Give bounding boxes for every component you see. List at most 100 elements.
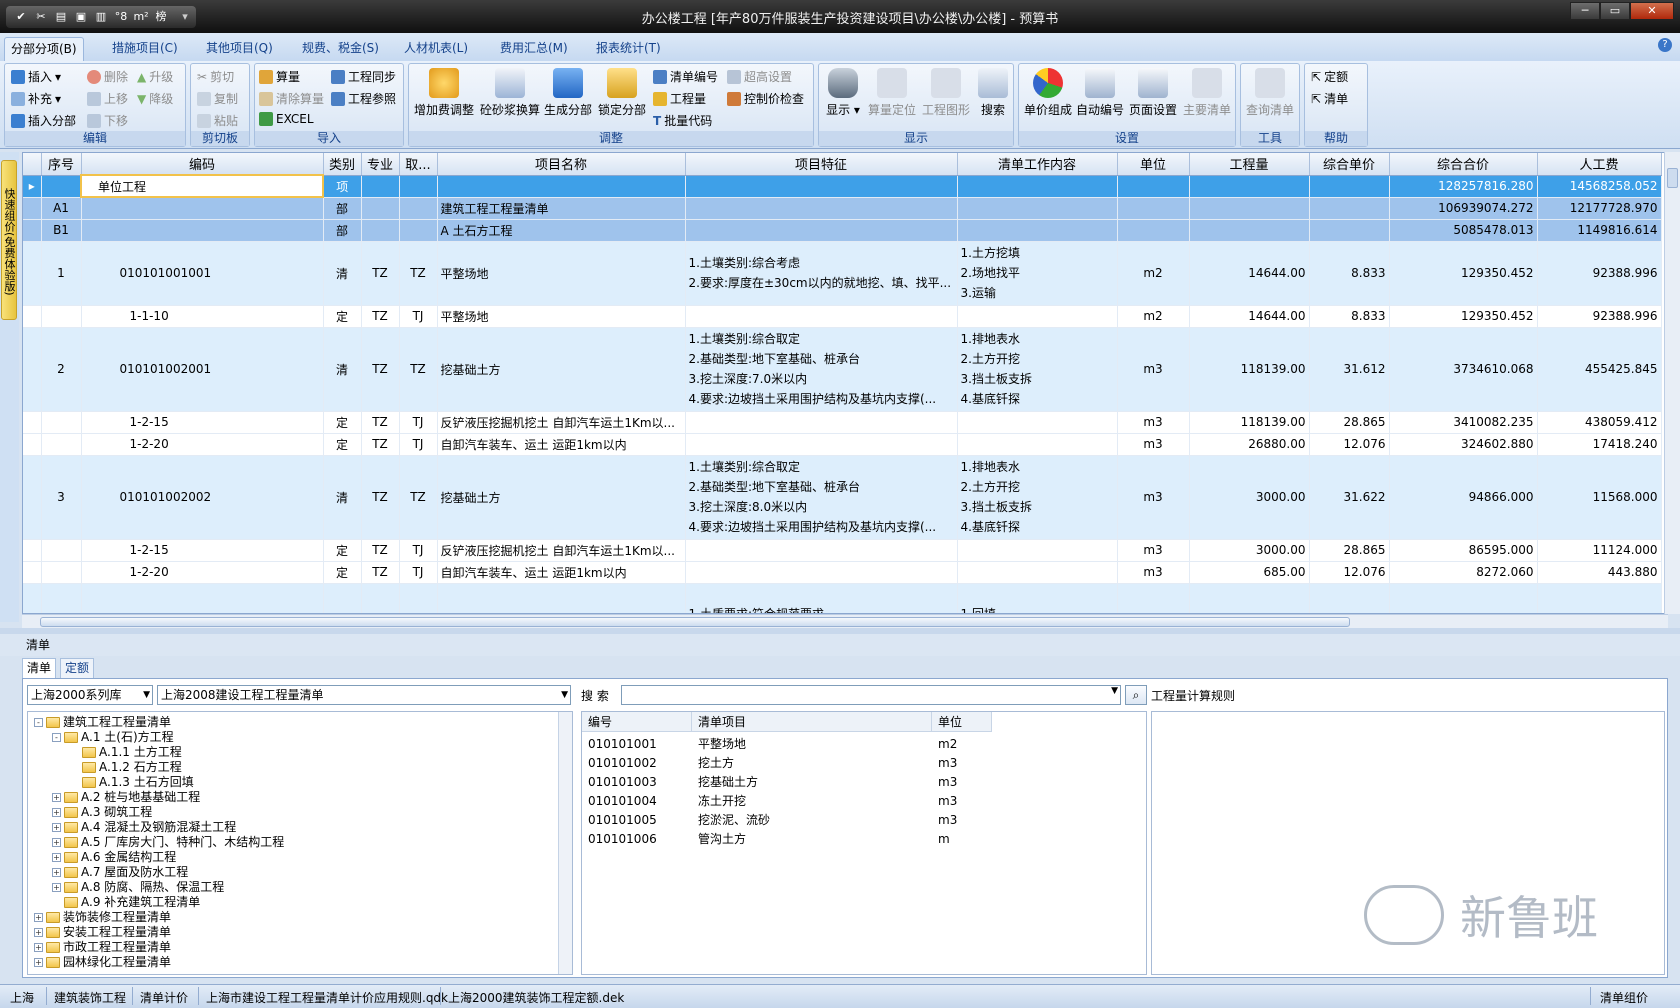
cell-qty[interactable]: 685.00	[1189, 561, 1310, 584]
table-row[interactable]: 1-2-15 定 TZ TJ 反铲液压挖掘机挖土 自卸汽车运土1Km以... m3 3000…	[23, 539, 1662, 562]
cell-code[interactable]: 010101002002	[81, 455, 324, 540]
cell-unit[interactable]	[1117, 197, 1190, 220]
col-take[interactable]: 取...	[399, 153, 438, 176]
cell-unit[interactable]: m3	[1117, 433, 1190, 456]
tab-fees-tax[interactable]: 规费、税金(S)	[296, 37, 385, 61]
cell-price[interactable]: 31.612	[1309, 327, 1390, 412]
add-fee-button[interactable]: 增加费调整	[413, 68, 475, 130]
cell-total[interactable]: 8272.060	[1389, 561, 1538, 584]
cell-ind[interactable]	[23, 539, 42, 562]
list-item[interactable]: 010101004 冻土开挖 m3	[582, 791, 1148, 811]
ctrl-check-button[interactable]: 控制价检查	[727, 90, 804, 107]
cell-qty[interactable]: 3000.00	[1189, 455, 1310, 540]
cell-ind[interactable]	[23, 455, 42, 540]
mortar-button[interactable]: 砼砂浆换算	[479, 68, 541, 130]
cell-type[interactable]: 清	[323, 327, 362, 412]
col-total[interactable]: 综合合价	[1389, 153, 1538, 176]
cell-ind[interactable]	[23, 411, 42, 434]
cell-work[interactable]	[957, 561, 1118, 584]
cell-unit[interactable]: m2	[1117, 241, 1190, 306]
graphic-button[interactable]: 工程图形	[921, 68, 971, 130]
table-row[interactable]: A1 部 建筑工程工程量清单 106939074.272 12177728.970	[23, 197, 1662, 220]
cell-price[interactable]: 12.076	[1309, 561, 1390, 584]
list-item[interactable]: 010101005 挖淤泥、流砂 m3	[582, 810, 1148, 830]
cell-seq[interactable]: 1	[41, 241, 82, 306]
cell-feat[interactable]: 1.土壤类别:综合考虑 2.要求:厚度在±30cm以内的就地挖、填、找平...	[685, 241, 958, 306]
cell-work[interactable]: 1.排地表水 2.土方开挖 3.挡土板支拆 4.基底钎探	[957, 455, 1118, 540]
tab-other[interactable]: 其他项目(Q)	[200, 37, 279, 61]
list-col-item[interactable]: 清单项目	[692, 712, 932, 732]
table-row[interactable]: 1 010101001001 清 TZ TZ 平整场地 1.土壤类别:综合考虑 2.要求:厚度…	[23, 241, 1662, 306]
cell-labor[interactable]: 438059.412	[1537, 411, 1662, 434]
tree-node[interactable]: - 建筑工程工程量清单	[34, 714, 171, 730]
expand-icon[interactable]: +	[52, 852, 61, 862]
tree-node[interactable]: A.1.3 土石方回填	[70, 774, 194, 790]
cell-type[interactable]: 定	[323, 433, 362, 456]
cell-ind[interactable]	[23, 241, 42, 306]
cell-seq[interactable]: 2	[41, 327, 82, 412]
ok-icon[interactable]: ✔	[12, 9, 30, 25]
cell-ind[interactable]	[23, 433, 42, 456]
table-row[interactable]: 2 010101002001 清 TZ TZ 挖基础土方 1.土壤类别:综合取定 2.基础类型…	[23, 327, 1662, 412]
supplement-button[interactable]: 补充 ▾	[11, 90, 61, 107]
hscroll-thumb[interactable]	[40, 617, 1350, 627]
list-standard-select[interactable]: 上海2008建设工程工程量清单 ▼	[157, 685, 571, 705]
cell-work[interactable]: 1.排地表水 2.土方开挖 3.挡土板支拆 4.基底钎探	[957, 327, 1118, 412]
cell-qty[interactable]: 26880.00	[1189, 433, 1310, 456]
cell-feat[interactable]	[685, 433, 958, 456]
cell-labor[interactable]: 443.880	[1537, 561, 1662, 584]
cell-name[interactable]: A 土石方工程	[437, 219, 686, 242]
cell-ind[interactable]	[23, 327, 42, 412]
tree-node[interactable]: + A.7 屋面及防水工程	[52, 864, 188, 880]
switch-icon[interactable]: 榜	[152, 9, 170, 25]
cell-type[interactable]: 项	[323, 175, 362, 198]
cell-total[interactable]: 3410082.235	[1389, 411, 1538, 434]
list-item[interactable]: 010101002 挖土方 m3	[582, 753, 1148, 773]
cell-unit[interactable]	[1117, 219, 1190, 242]
cell-unit[interactable]: m3	[1117, 561, 1190, 584]
tab-fenbu[interactable]: 分部分项(B)	[4, 37, 84, 61]
cell-unit[interactable]: m2	[1117, 305, 1190, 328]
search-go-button[interactable]: ⌕	[1125, 685, 1147, 705]
clear-calc-button[interactable]: 清除算量	[259, 90, 324, 107]
tree-node[interactable]: + 市政工程工程量清单	[34, 939, 171, 955]
downgrade-button[interactable]: ▼ 降级	[137, 90, 173, 107]
col-labor[interactable]: 人工费	[1537, 153, 1662, 176]
cell-seq[interactable]	[41, 305, 82, 328]
cell-seq[interactable]	[41, 539, 82, 562]
list-col-no[interactable]: 编号	[582, 712, 692, 732]
cell-code[interactable]: 1-2-15	[81, 539, 324, 562]
cell-code[interactable]: 单位工程	[80, 174, 324, 198]
cell-qty[interactable]	[1189, 583, 1310, 613]
cell-name[interactable]: 自卸汽车装车、运土 运距1km以内	[437, 561, 686, 584]
unit-price-button[interactable]: 单价组成	[1023, 68, 1073, 130]
tree-scrollbar[interactable]	[558, 712, 572, 974]
cell-price[interactable]	[1309, 197, 1390, 220]
grid-vertical-scrollbar[interactable]	[1664, 152, 1680, 614]
col-name[interactable]: 项目名称	[437, 153, 686, 176]
table-row[interactable]: 1-1-10 定 TZ TJ 平整场地 m2 14644.00 8.833 129350.452…	[23, 305, 1662, 328]
cell-work[interactable]	[957, 175, 1118, 198]
cell-seq[interactable]	[41, 433, 82, 456]
cell-type[interactable]: 清	[323, 241, 362, 306]
col-major[interactable]: 专业	[361, 153, 400, 176]
cell-seq[interactable]: 3	[41, 455, 82, 540]
cell-ind[interactable]	[23, 583, 42, 613]
cell-qty[interactable]: 118139.00	[1189, 411, 1310, 434]
cell-type[interactable]	[323, 583, 362, 613]
cell-name[interactable]: 建筑工程工程量清单	[437, 197, 686, 220]
list-item[interactable]: 010101001 平整场地 m2	[582, 734, 1148, 754]
cell-labor[interactable]: 11124.000	[1537, 539, 1662, 562]
cell-price[interactable]: 8.833	[1309, 241, 1390, 306]
cell-major[interactable]	[361, 175, 400, 198]
cell-price[interactable]: 28.865	[1309, 539, 1390, 562]
customize-dropdown-icon[interactable]: ▾	[180, 9, 190, 25]
batch-code-button[interactable]: T 批量代码	[653, 112, 712, 129]
library-select[interactable]: 上海2000系列库 ▼	[27, 685, 153, 705]
cell-name[interactable]: 挖基础土方	[437, 327, 686, 412]
tab-measures[interactable]: 措施项目(C)	[106, 37, 184, 61]
tab-reports[interactable]: 报表统计(T)	[590, 37, 667, 61]
calc-button[interactable]: 算量	[259, 68, 300, 85]
col-feature[interactable]: 项目特征	[685, 153, 958, 176]
col-type[interactable]: 类别	[323, 153, 362, 176]
